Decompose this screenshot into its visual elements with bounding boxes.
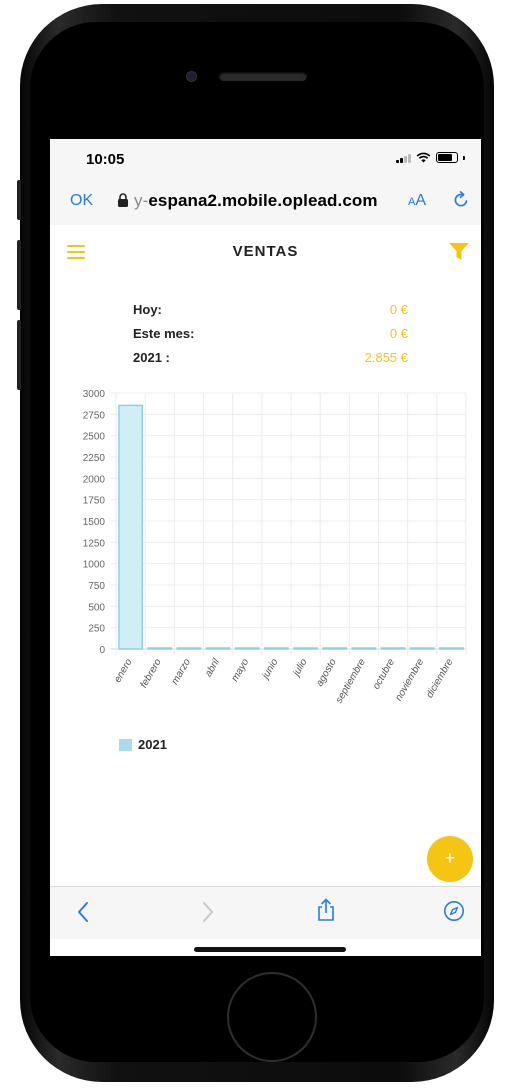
earpiece-speaker	[219, 72, 307, 81]
stat-label-este-mes: Este mes:	[133, 326, 195, 341]
bar-septiembre[interactable]	[351, 647, 377, 650]
x-tick-label: enero	[112, 657, 135, 685]
bar-mayo[interactable]	[234, 647, 260, 650]
volume-up-button	[17, 240, 21, 310]
x-tick-label: marzo	[170, 657, 194, 687]
cellular-signal-icon	[396, 153, 411, 163]
battery-tip	[463, 155, 465, 160]
share-icon[interactable]	[316, 898, 336, 922]
x-tick-label: agosto	[314, 657, 339, 689]
stat-label-year: 2021 :	[133, 350, 170, 365]
x-tick-label: abril	[203, 656, 222, 679]
volume-down-button	[17, 320, 21, 390]
bar-noviembre[interactable]	[409, 647, 435, 650]
y-tick-label: 500	[88, 602, 105, 613]
y-tick-label: 1750	[83, 496, 106, 507]
bar-junio[interactable]	[264, 647, 289, 650]
bar-octubre[interactable]	[380, 647, 406, 650]
sales-bar-chart: 0 250 500 750 1000 1250 1500 1750 2000 2250 2500 27…	[83, 389, 467, 706]
battery-icon	[436, 152, 458, 163]
x-tick-label: octubre	[371, 657, 397, 692]
chevron-right-icon[interactable]	[201, 901, 215, 923]
status-icons	[396, 152, 465, 163]
url-prefix: y-	[134, 191, 149, 210]
chevron-left-icon[interactable]	[76, 901, 90, 923]
bar-marzo[interactable]	[176, 647, 202, 650]
mute-switch	[17, 180, 21, 220]
filter-funnel-icon[interactable]	[449, 243, 469, 261]
browser-toolbar	[50, 886, 481, 939]
legend-label: 2021	[138, 737, 167, 752]
reader-text-size-button[interactable]: AA	[408, 192, 426, 210]
home-button[interactable]	[227, 972, 317, 1062]
y-tick-label: 2250	[83, 453, 106, 464]
x-tick-label: junio	[259, 657, 280, 683]
aa-large-label: A	[415, 192, 427, 209]
stat-label-hoy: Hoy:	[133, 302, 162, 317]
add-button[interactable]: +	[427, 836, 473, 882]
x-tick-label: septiembre	[334, 657, 368, 706]
x-tick-label: mayo	[230, 657, 252, 684]
x-tick-label: febrero	[138, 657, 164, 690]
bar-enero[interactable]	[118, 404, 143, 650]
stat-value-year: 2.855 €	[364, 350, 408, 365]
page-title: VENTAS	[232, 243, 299, 260]
y-tick-label: 1500	[83, 517, 106, 528]
wifi-icon	[416, 152, 431, 163]
bar-julio[interactable]	[293, 647, 319, 650]
status-time: 10:05	[86, 151, 125, 168]
x-tick-label: diciembre	[424, 657, 455, 700]
y-tick-label: 1000	[83, 560, 106, 571]
legend-swatch	[119, 738, 132, 751]
compass-icon[interactable]	[443, 900, 465, 922]
bar-febrero[interactable]	[147, 647, 173, 650]
lock-icon	[118, 193, 128, 207]
x-tick-label: julio	[290, 657, 310, 680]
bar-diciembre[interactable]	[439, 647, 464, 650]
x-tick-label: noviembre	[393, 657, 426, 703]
y-tick-label: 2500	[83, 432, 106, 443]
y-tick-label: 3000	[83, 389, 106, 400]
y-tick-label: 1250	[83, 538, 106, 549]
bar-abril[interactable]	[205, 647, 231, 650]
stat-value-este-mes: 0 €	[389, 326, 408, 341]
y-tick-label: 0	[99, 645, 105, 656]
home-indicator	[194, 947, 346, 952]
front-camera	[187, 72, 196, 81]
browser-url-bar: OK y-espana2.mobile.oplead.com AA	[50, 177, 481, 226]
y-tick-label: 2000	[83, 474, 106, 485]
stat-value-hoy: 0 €	[389, 302, 408, 317]
phone-screen: 10:05 OK y-espana2.mobile.oplead.com AA	[50, 139, 481, 956]
url-address[interactable]: y-espana2.mobile.oplead.com	[134, 191, 378, 211]
chart-legend[interactable]: 2021	[119, 737, 167, 752]
app-header: VENTAS	[50, 225, 481, 275]
y-tick-label: 2750	[83, 410, 106, 421]
url-domain: espana2.mobile.oplead.com	[148, 191, 378, 210]
status-bar: 10:05	[50, 139, 481, 177]
bar-agosto[interactable]	[322, 647, 348, 650]
reload-icon[interactable]	[452, 191, 470, 209]
y-tick-label: 750	[88, 581, 105, 592]
ok-button[interactable]: OK	[70, 192, 93, 210]
y-tick-label: 250	[88, 624, 105, 635]
